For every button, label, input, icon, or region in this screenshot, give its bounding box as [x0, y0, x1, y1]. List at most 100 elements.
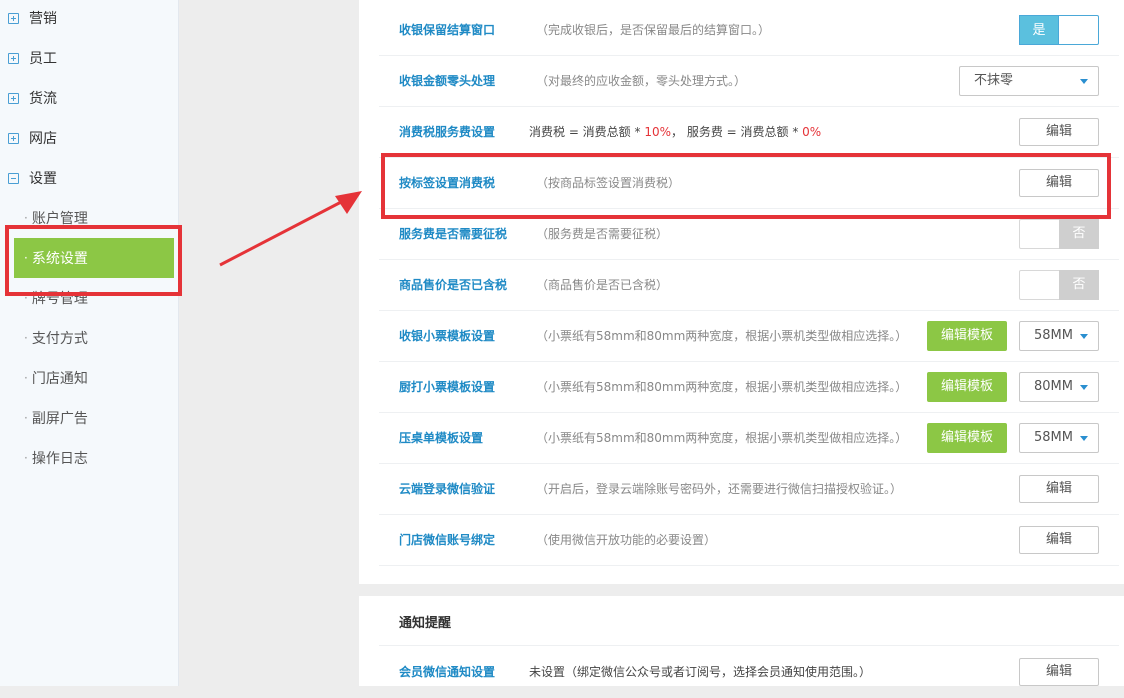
row-desc: （商品售价是否已含税）	[536, 278, 669, 292]
setting-row-member-wechat-notify: 会员微信通知设置 未设置（绑定微信公众号或者订阅号，选择会员通知使用范围。） 编…	[379, 647, 1119, 698]
edit-button[interactable]: 编辑	[1019, 658, 1099, 686]
nav-label: 货流	[29, 91, 57, 107]
edit-button[interactable]: 编辑	[1019, 169, 1099, 197]
row-desc: （小票纸有58mm和80mm两种宽度，根据小票机类型做相应选择。）	[536, 380, 908, 394]
service-formula-text: ， 服务费 = 消费总额 *	[671, 125, 803, 139]
row-desc: （小票纸有58mm和80mm两种宽度，根据小票机类型做相应选择。）	[536, 329, 908, 343]
paper-size-select[interactable]: 80MM	[1019, 372, 1099, 402]
sidebar-item-second-screen-ads[interactable]: · 副屏广告	[0, 398, 178, 438]
row-title: 压桌单模板设置	[399, 431, 484, 445]
sidebar: 营销 员工 货流 网店 设置 · 账户管理 · 牌号管理 · 系统设置 · 支付方式 ·…	[0, 0, 179, 686]
bullet-icon: ·	[24, 331, 28, 345]
divider	[379, 645, 1119, 646]
chevron-down-icon	[1080, 385, 1088, 390]
toggle-label: 否	[1059, 270, 1099, 300]
edit-template-button[interactable]: 编辑模板	[927, 372, 1007, 402]
collapse-icon	[8, 172, 19, 184]
bullet-icon: ·	[24, 211, 28, 225]
row-desc: （小票纸有58mm和80mm两种宽度，根据小票机类型做相应选择。）	[536, 431, 908, 445]
bullet-icon: ·	[24, 411, 28, 425]
nav-marketing[interactable]: 营销	[0, 0, 178, 38]
sub-label: 副屏广告	[31, 411, 88, 427]
price-tax-toggle[interactable]: 否	[1019, 270, 1099, 300]
row-desc: （完成收银后，是否保留最后的结算窗口。）	[536, 23, 771, 37]
setting-row-keep-checkout-window: 收银保留结算窗口 （完成收银后，是否保留最后的结算窗口。） 是	[379, 5, 1119, 56]
nav-online-store[interactable]: 网店	[0, 118, 178, 158]
row-desc: （使用微信开放功能的必要设置）	[536, 533, 717, 547]
select-value: 不抹零	[974, 73, 1014, 88]
edit-button[interactable]: 编辑	[1019, 526, 1099, 554]
chevron-down-icon	[1080, 436, 1088, 441]
section-title: 通知提醒	[399, 616, 452, 631]
toggle-label: 是	[1019, 15, 1059, 45]
row-title: 收银保留结算窗口	[399, 23, 496, 37]
row-desc: （开启后，登录云端除账号密码外，还需要进行微信扫描授权验证。）	[536, 482, 903, 496]
nav-logistics[interactable]: 货流	[0, 78, 178, 118]
bullet-icon: ·	[24, 451, 28, 465]
paper-size-select[interactable]: 58MM	[1019, 423, 1099, 453]
sidebar-item-payment[interactable]: · 支付方式	[0, 318, 178, 358]
sub-label: 门店通知	[31, 371, 88, 387]
setting-row-tax-by-tag: 按标签设置消费税 （按商品标签设置消费税） 编辑	[379, 158, 1119, 209]
expand-icon	[8, 132, 19, 144]
sidebar-item-operation-log[interactable]: · 操作日志	[0, 438, 178, 478]
row-desc: 未设置（绑定微信公众号或者订阅号，选择会员通知使用范围。）	[529, 665, 872, 679]
paper-size-select[interactable]: 58MM	[1019, 321, 1099, 351]
setting-row-table-slip-template: 压桌单模板设置 （小票纸有58mm和80mm两种宽度，根据小票机类型做相应选择。…	[379, 413, 1119, 464]
nav-label: 员工	[29, 51, 57, 67]
row-title: 消费税服务费设置	[399, 125, 496, 139]
keep-window-toggle[interactable]: 是	[1019, 15, 1099, 45]
setting-row-wechat-login-verify: 云端登录微信验证 （开启后，登录云端除账号密码外，还需要进行微信扫描授权验证。）…	[379, 464, 1119, 515]
row-desc: （对最终的应收金额，零头处理方式。）	[536, 74, 747, 88]
rounding-select[interactable]: 不抹零	[959, 66, 1099, 96]
edit-button[interactable]: 编辑	[1019, 118, 1099, 146]
row-title: 服务费是否需要征税	[399, 227, 508, 241]
nav-label: 设置	[29, 171, 57, 187]
select-value: 58MM	[1034, 430, 1073, 445]
setting-row-rounding: 收银金额零头处理 （对最终的应收金额，零头处理方式。） 不抹零	[379, 56, 1119, 107]
nav-label: 营销	[29, 11, 57, 27]
bullet-icon: ·	[24, 291, 28, 305]
row-title: 按标签设置消费税	[399, 176, 496, 190]
chevron-down-icon	[1080, 334, 1088, 339]
row-desc: 消费税 = 消费总额 * 10%， 服务费 = 消费总额 * 0%	[529, 107, 821, 157]
setting-row-tax-service: 消费税服务费设置 消费税 = 消费总额 * 10%， 服务费 = 消费总额 * …	[379, 107, 1119, 158]
sub-label: 牌号管理	[31, 291, 88, 307]
bullet-icon: ·	[24, 251, 28, 265]
setting-row-wechat-binding: 门店微信账号绑定 （使用微信开放功能的必要设置） 编辑	[379, 515, 1119, 566]
sidebar-item-table-numbers[interactable]: · 牌号管理	[0, 278, 178, 318]
row-desc: （服务费是否需要征税）	[536, 227, 669, 241]
tax-rate: 10%	[644, 125, 671, 139]
sub-label: 账户管理	[31, 211, 88, 227]
row-title: 商品售价是否已含税	[399, 278, 508, 292]
sidebar-item-store-notice[interactable]: · 门店通知	[0, 358, 178, 398]
bullet-icon: ·	[24, 371, 28, 385]
setting-row-receipt-template: 收银小票模板设置 （小票纸有58mm和80mm两种宽度，根据小票机类型做相应选择…	[379, 311, 1119, 362]
edit-template-button[interactable]: 编辑模板	[927, 423, 1007, 453]
row-title: 云端登录微信验证	[399, 482, 496, 496]
expand-icon	[8, 12, 19, 24]
expand-icon	[8, 92, 19, 104]
sub-label: 系统设置	[31, 251, 88, 267]
row-title: 收银金额零头处理	[399, 74, 496, 88]
select-value: 58MM	[1034, 328, 1073, 343]
sidebar-item-account[interactable]: · 账户管理	[0, 198, 178, 238]
tax-formula-text: 消费税 = 消费总额 *	[529, 125, 645, 139]
row-desc: （按商品标签设置消费税）	[536, 176, 681, 190]
nav-settings[interactable]: 设置	[0, 158, 178, 198]
row-title: 会员微信通知设置	[399, 665, 496, 679]
setting-row-service-fee-tax: 服务费是否需要征税 （服务费是否需要征税） 否	[379, 209, 1119, 260]
edit-template-button[interactable]: 编辑模板	[927, 321, 1007, 351]
nav-label: 网店	[29, 131, 57, 147]
setting-row-kitchen-template: 厨打小票模板设置 （小票纸有58mm和80mm两种宽度，根据小票机类型做相应选择…	[379, 362, 1119, 413]
service-fee-tax-toggle[interactable]: 否	[1019, 219, 1099, 249]
nav-staff[interactable]: 员工	[0, 38, 178, 78]
expand-icon	[8, 52, 19, 64]
sidebar-item-system-settings[interactable]: · 系统设置	[14, 238, 174, 278]
edit-button[interactable]: 编辑	[1019, 475, 1099, 503]
sub-label: 操作日志	[31, 451, 88, 467]
chevron-down-icon	[1080, 79, 1088, 84]
service-rate: 0%	[802, 125, 822, 139]
select-value: 80MM	[1034, 379, 1073, 394]
sub-label: 支付方式	[31, 331, 88, 347]
